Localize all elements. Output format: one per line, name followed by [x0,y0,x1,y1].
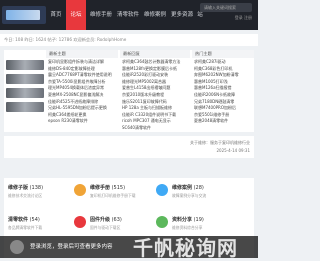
thumb-image[interactable] [6,74,44,84]
thread-link[interactable]: SC640清零软件 [122,125,188,132]
thumb-image[interactable] [6,102,44,112]
login-links[interactable]: 登录 注册 [235,15,252,21]
category-count: (28) [193,185,204,191]
thread-link[interactable]: 京瓷2010版本升级教程 [122,92,188,99]
category-title: 清零软件 [8,217,29,223]
info-line: 关于维修：服务于复印机维修行业 [190,140,250,145]
nav-home[interactable]: 首页 [48,0,64,30]
category-desc: 维修技术交流讨论区 [8,193,43,198]
thread-link[interactable]: 联想M7400PRO加粉后 [194,105,252,112]
thread-link[interactable]: 兄弟7180DN硒鼓清零 [194,99,252,106]
hot-threads: 热门主题 求柯美C287i驱动 柯美C368彩色打印机 奔图M6202NW加粉清… [192,50,254,132]
thread-link[interactable]: epson R230清零软件 [48,118,116,125]
thread-link[interactable]: 维修DS-840定影故障处理 [48,66,116,73]
top-nav: 首页 论坛 维修手册 清零软件 维修案例 更多资源 站长资讯 请输入关键词搜索 … [0,0,258,30]
category-count: (515) [111,185,126,191]
thread-link[interactable]: 复印机显影组件拆装与清洁详解 [48,59,116,66]
thread-link[interactable]: 柯美C368彩色打印机 [194,66,252,73]
category-count: (54) [29,217,40,223]
category-count: (138) [29,185,44,191]
latest-threads: 最新主题 复印机显影组件拆装与清洁详解 维修DS-840定影故障处理 震旦ADC… [46,50,118,132]
col-heading: 最新回复 [120,50,190,58]
thread-link[interactable]: 施乐S2011复印故障代码 [122,99,188,106]
thread-link[interactable]: HP 128a 主板与扫描板维修 [122,105,188,112]
thread-link[interactable]: 求柯美C364鼓芯计数器清零方法 [122,59,188,66]
search-input[interactable]: 请输入关键词搜索 [200,3,252,12]
category-title: 维修子版 [8,185,29,191]
category-title: 资料分享 [172,217,193,223]
thread-link[interactable]: 惠普M126a扫描报错 [194,85,252,92]
thread-link[interactable]: 爱普生L4158出纸褶皱问题 [122,85,188,92]
thread-link[interactable]: ricoh MPC307 通电无显示 [122,118,188,125]
category-item[interactable]: 固件升级 (63) 固件与驱动下载区 [90,216,160,231]
info-date: 2025-4-14 09:31 [216,148,251,153]
category-count: (63) [111,217,122,223]
category-desc: 维修资料综合分享 [172,225,203,230]
thread-link[interactable]: 京瓷TA-5500i显影组件故障分析 [48,79,116,86]
category-desc: 各品牌清零软件下载 [8,225,43,230]
nav-more[interactable]: 更多资源 [169,0,195,30]
thumb-image[interactable] [6,60,44,70]
user-icon [10,240,24,254]
category-count: (19) [193,217,204,223]
nav-reset-software[interactable]: 清零软件 [115,0,141,30]
category-item[interactable]: 资料分享 (19) 维修资料综合分享 [172,216,242,231]
category-desc: 复印机打印机维修手册下载 [90,193,136,198]
category-item[interactable]: 清零软件 (54) 各品牌清零软件下载 [8,216,78,231]
col-heading: 热门主题 [192,50,254,58]
thread-panel: 最新主题 复印机显影组件拆装与清洁详解 维修DS-840定影故障处理 震旦ADC… [4,50,254,132]
thread-link[interactable]: 维修理光MP5002离合器 [122,79,188,86]
thread-link[interactable]: 理光MP4054换载体后浓度异常 [48,85,116,92]
forum-stats: 今日: 108 昨日: 1624 帖子: 12786 欢迎新会员: Rodolp… [0,34,258,46]
thread-link[interactable]: 兄弟HL-5595DN加粉后提示更换 [48,105,116,112]
category-item[interactable]: 维修子版 (138) 维修技术交流讨论区 [8,184,78,199]
category-title: 维修案例 [172,185,193,191]
category-title: 固件升级 [90,217,111,223]
thread-link[interactable]: 佳能iR4525不进纸故障排除 [48,99,116,106]
thread-link[interactable]: 夏普MX-2508NC显影偏浅解决 [48,92,116,99]
category-desc: 故障案例分享与交流 [172,193,207,198]
category-title: 维修手册 [90,185,111,191]
col-heading: 最新主题 [46,50,118,58]
thread-link[interactable]: 惠普M1005打印浅 [194,79,252,86]
thread-link[interactable]: 佳能iR2006N卡纸故障 [194,92,252,99]
thread-link[interactable]: 夏普2048清零软件 [194,118,252,125]
thread-link[interactable]: 震旦ADC7768PT清零软件使用说明 [48,72,116,79]
thread-link[interactable]: 求柯美C287i驱动 [194,59,252,66]
nav-cases[interactable]: 维修案例 [142,0,168,30]
thread-link[interactable]: 佳能iR2520彩打驱动安装 [122,72,188,79]
thread-link[interactable]: 奔图M6202NW加粉清零 [194,72,252,79]
latest-replies: 最新回复 求柯美C364鼓芯计数器清零方法 惠普M128fn更换定影膜后卡纸 佳… [120,50,190,132]
category-desc: 固件与驱动下载区 [90,225,121,230]
category-item[interactable]: 维修手册 (515) 复印机打印机维修手册下载 [90,184,160,199]
thread-link[interactable]: 柯美C364搓纸轮更换 [48,112,116,119]
nav-manuals[interactable]: 维修手册 [88,0,114,30]
site-logo[interactable] [2,6,46,24]
thread-link[interactable]: 京瓷5501i维修手册 [194,112,252,119]
thumb-image[interactable] [6,88,44,98]
thread-link[interactable]: 佳能iR C3320组件说明书下载 [122,112,188,119]
nav-forum[interactable]: 论坛 [66,0,86,30]
info-block: 关于维修：服务于复印机维修行业 2025-4-14 09:31 [4,136,254,158]
thread-link[interactable]: 惠普M128fn更换定影膜后卡纸 [122,66,188,73]
watermark: 千帆秘询网 [133,236,238,260]
category-item[interactable]: 维修案例 (28) 故障案例分享与交流 [172,184,242,199]
